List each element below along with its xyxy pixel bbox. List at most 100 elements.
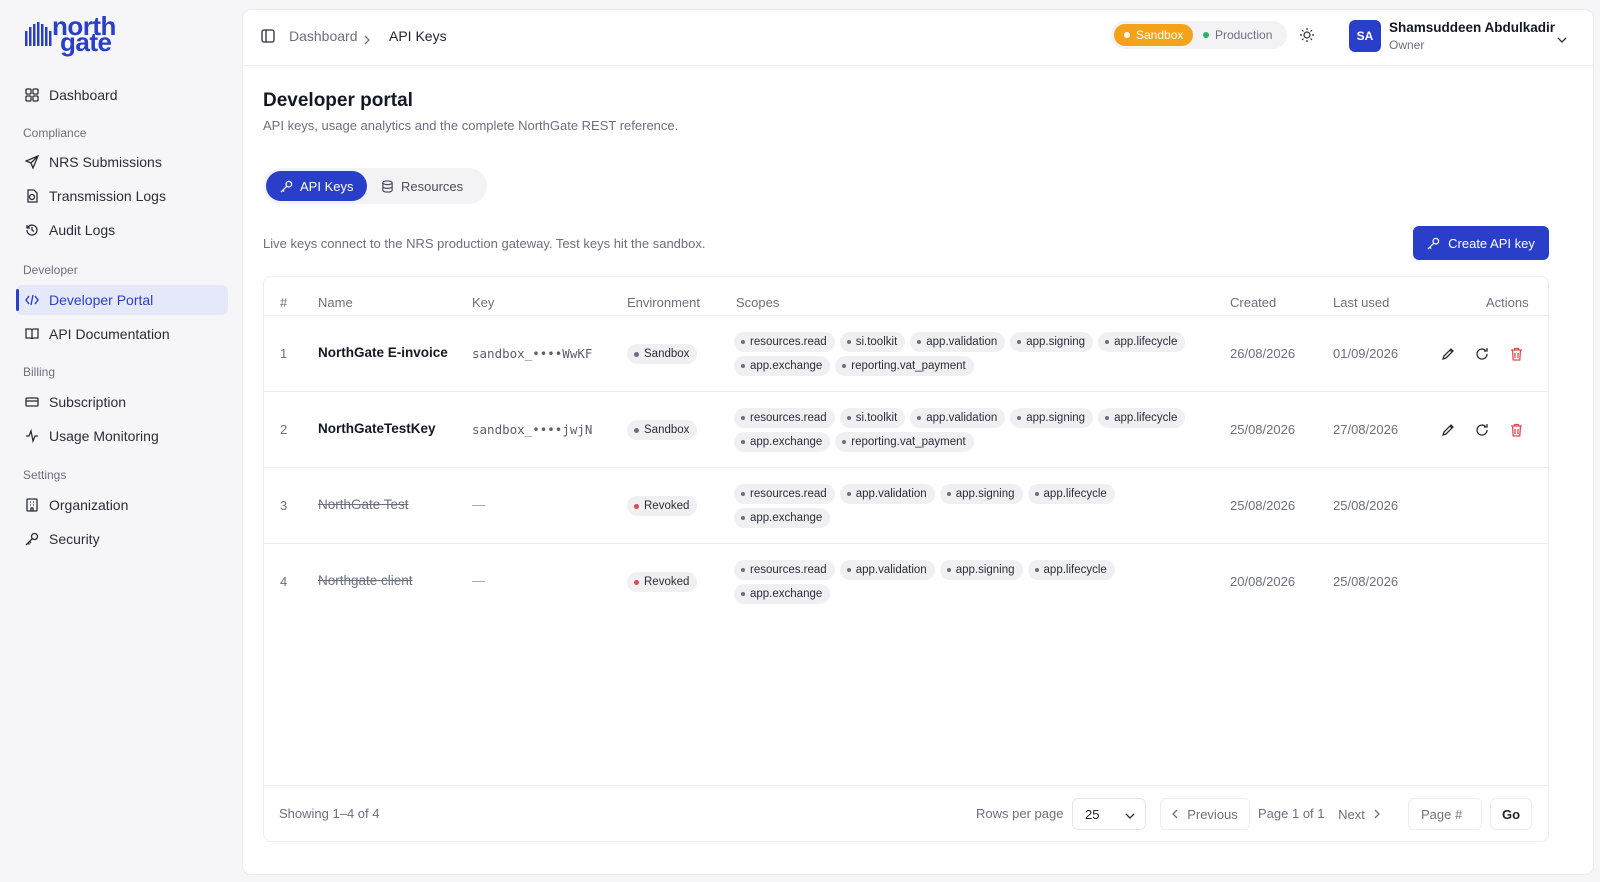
scope-tag: app.validation: [839, 560, 935, 580]
sidebar: north gate Dashboard Compliance NRS Subm…: [0, 0, 242, 882]
breadcrumb-dashboard[interactable]: Dashboard: [289, 28, 358, 44]
key-name: NorthGate E-invoice: [318, 345, 448, 360]
scope-list: resources.read si.toolkit app.validation…: [734, 332, 1204, 376]
sidebar-item-label: NRS Submissions: [49, 154, 162, 170]
rows-per-page-value: 25: [1085, 806, 1100, 822]
key-icon: [280, 180, 293, 193]
chevron-down-icon: [1125, 808, 1135, 823]
book-icon: [24, 326, 40, 342]
sidebar-item-label: Transmission Logs: [49, 188, 166, 204]
main-panel: Dashboard API Keys Sandbox Production SA…: [243, 10, 1593, 874]
scope-tag: app.signing: [1010, 332, 1094, 352]
column-header[interactable]: Created: [1230, 295, 1276, 310]
badge-label: Revoked: [644, 500, 690, 512]
badge-label: Revoked: [644, 576, 690, 588]
page-number-input[interactable]: [1408, 798, 1482, 830]
next-page-button[interactable]: Next: [1328, 798, 1390, 830]
badge-label: Sandbox: [644, 424, 690, 436]
column-header[interactable]: Name: [318, 295, 353, 310]
edit-pencil-icon[interactable]: [1438, 344, 1458, 364]
theme-toggle-sun-icon[interactable]: [1299, 27, 1315, 48]
scope-tag: app.exchange: [734, 508, 831, 528]
sidebar-toggle-icon[interactable]: [261, 29, 275, 48]
previous-page-button[interactable]: Previous: [1160, 798, 1250, 830]
avatar[interactable]: SA: [1349, 20, 1381, 52]
rotate-refresh-icon[interactable]: [1472, 420, 1492, 440]
scope-tag: app.validation: [910, 332, 1006, 352]
tab-bar: API Keys Resources: [263, 168, 487, 204]
key-value: —: [472, 497, 485, 512]
section-developer: Developer: [23, 263, 78, 277]
sidebar-item-security[interactable]: Security: [16, 524, 228, 554]
sidebar-item-label: Security: [49, 531, 100, 547]
sidebar-item-nrs-submissions[interactable]: NRS Submissions: [16, 147, 228, 177]
env-production-button[interactable]: Production: [1193, 24, 1282, 46]
card-icon: [24, 394, 40, 410]
last-used-date: 25/08/2026: [1333, 498, 1399, 513]
api-keys-table: # Name Key Environment Scopes Created La…: [263, 276, 1549, 842]
go-button[interactable]: Go: [1490, 798, 1532, 830]
activity-icon: [24, 428, 40, 444]
scope-tag: app.signing: [939, 484, 1023, 504]
sidebar-item-label: Subscription: [49, 394, 127, 410]
delete-trash-icon[interactable]: [1506, 344, 1526, 364]
scope-tag: si.toolkit: [839, 408, 906, 428]
scope-list: resources.read app.validation app.signin…: [734, 560, 1204, 604]
sidebar-item-label: Developer Portal: [49, 292, 154, 308]
sidebar-item-subscription[interactable]: Subscription: [16, 387, 228, 417]
section-compliance: Compliance: [23, 126, 87, 140]
previous-label: Previous: [1187, 806, 1238, 822]
tab-resources[interactable]: Resources: [367, 171, 477, 201]
delete-trash-icon[interactable]: [1506, 420, 1526, 440]
column-header: Scopes: [736, 295, 780, 310]
status-dot: [634, 427, 639, 433]
next-label: Next: [1338, 806, 1365, 822]
scope-list: resources.read app.validation app.signin…: [734, 484, 1204, 528]
column-header[interactable]: Last used: [1333, 295, 1389, 310]
rotate-refresh-icon[interactable]: [1472, 344, 1492, 364]
key-value: sandbox_••••WwKF: [472, 346, 593, 361]
scope-tag: reporting.vat_payment: [835, 356, 974, 376]
created-date: 20/08/2026: [1230, 574, 1296, 589]
env-production-label: Production: [1215, 28, 1273, 42]
showing-count: Showing 1–4 of 4: [279, 806, 380, 821]
column-header[interactable]: Environment: [627, 295, 700, 310]
row-number: 3: [280, 498, 288, 513]
sidebar-item-dashboard[interactable]: Dashboard: [16, 80, 228, 110]
sidebar-item-label: Audit Logs: [49, 222, 116, 238]
sidebar-item-organization[interactable]: Organization: [16, 490, 228, 520]
last-used-date: 27/08/2026: [1333, 422, 1399, 437]
sidebar-item-transmission-logs[interactable]: Transmission Logs: [16, 181, 228, 211]
pagination-bar: Showing 1–4 of 4 Rows per page 25 Previo…: [264, 785, 1548, 841]
rows-per-page-select[interactable]: 25: [1072, 798, 1146, 830]
scope-tag: app.validation: [910, 408, 1006, 428]
sidebar-item-developer-portal[interactable]: Developer Portal: [16, 285, 228, 315]
scope-tag: app.signing: [939, 560, 1023, 580]
key-icon: [24, 531, 40, 547]
table-row: 2 NorthGateTestKey sandbox_••••jwjN Sand…: [264, 391, 1548, 467]
sidebar-item-usage-monitoring[interactable]: Usage Monitoring: [16, 421, 228, 451]
row-number: 2: [280, 422, 288, 437]
edit-pencil-icon[interactable]: [1438, 420, 1458, 440]
key-icon: [1427, 237, 1440, 250]
env-sandbox-button[interactable]: Sandbox: [1114, 24, 1194, 46]
environment-switch: Sandbox Production: [1111, 21, 1287, 49]
section-settings: Settings: [23, 468, 67, 482]
sidebar-item-audit-logs[interactable]: Audit Logs: [16, 215, 228, 245]
northgate-logo[interactable]: north gate: [24, 13, 116, 55]
key-value: —: [472, 573, 485, 588]
database-icon: [381, 179, 394, 193]
create-api-key-button[interactable]: Create API key: [1413, 226, 1549, 260]
last-used-date: 25/08/2026: [1333, 574, 1399, 589]
tab-label: Resources: [401, 178, 464, 194]
breadcrumb-api-keys: API Keys: [389, 28, 447, 44]
user-name: Shamsuddeen Abdulkadir: [1389, 20, 1556, 35]
file-clock-icon: [24, 188, 40, 204]
chevron-down-icon[interactable]: [1557, 31, 1567, 49]
key-name: NorthGate Test: [318, 497, 409, 512]
tab-api-keys[interactable]: API Keys: [266, 171, 368, 201]
column-header[interactable]: Key: [472, 295, 494, 310]
sidebar-item-api-documentation[interactable]: API Documentation: [16, 319, 228, 349]
sidebar-item-label: Dashboard: [49, 87, 118, 103]
section-billing: Billing: [23, 365, 56, 379]
